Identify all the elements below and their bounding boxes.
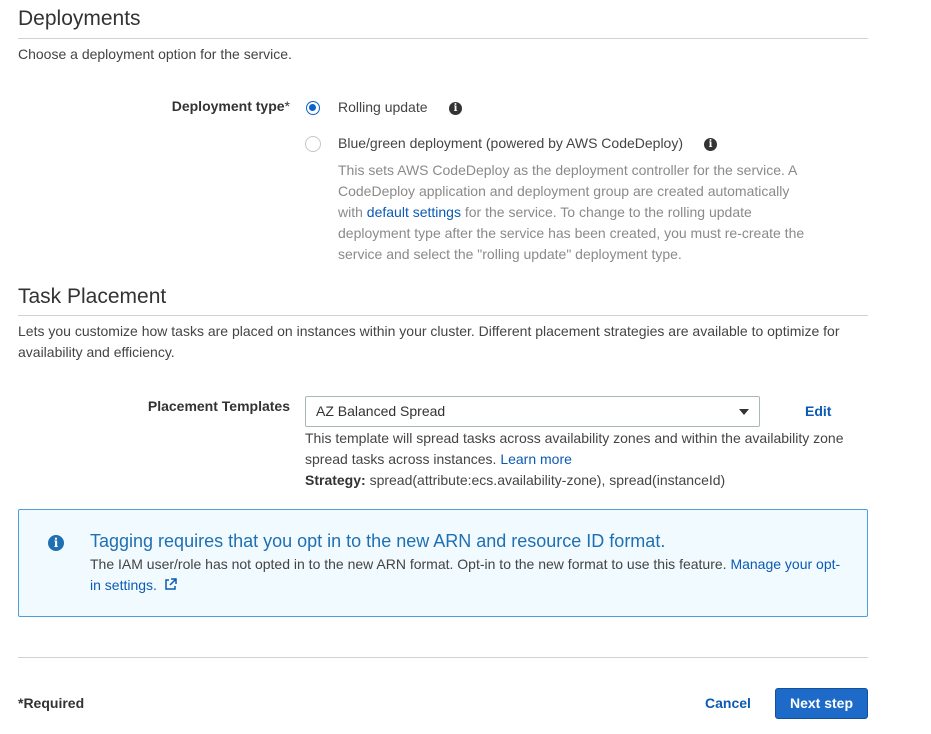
- required-mark: *: [284, 98, 290, 114]
- placement-template-select[interactable]: AZ Balanced Spread: [305, 396, 760, 427]
- strategy-label: Strategy:: [305, 472, 366, 488]
- tagging-alert: i Tagging requires that you opt in to th…: [18, 509, 868, 617]
- chevron-down-icon: [739, 409, 749, 415]
- cancel-button[interactable]: Cancel: [705, 695, 751, 711]
- footer-divider: [18, 657, 868, 658]
- deployments-divider: [18, 38, 868, 39]
- option-blue-green-label[interactable]: Blue/green deployment (powered by AWS Co…: [338, 135, 683, 151]
- option-rolling-update-label[interactable]: Rolling update: [338, 99, 428, 115]
- deployment-type-label-text: Deployment type: [171, 98, 285, 114]
- task-placement-heading: Task Placement: [18, 285, 167, 308]
- alert-body: The IAM user/role has not opted in to th…: [90, 554, 850, 596]
- info-icon: i: [48, 535, 64, 551]
- radio-rolling-update-control[interactable]: [306, 101, 320, 115]
- default-settings-link[interactable]: default settings: [367, 204, 461, 220]
- required-note: *Required: [18, 695, 85, 711]
- radio-blue-green[interactable]: [305, 136, 321, 152]
- external-link-icon: [165, 578, 177, 590]
- radio-blue-green-control[interactable]: [305, 136, 321, 152]
- template-help-body: This template will spread tasks across a…: [305, 430, 844, 467]
- edit-template-button[interactable]: Edit: [805, 403, 831, 419]
- radio-rolling-update[interactable]: [306, 101, 320, 115]
- strategy-value: spread(attribute:ecs.availability-zone),…: [365, 472, 726, 488]
- task-placement-divider: [18, 315, 868, 316]
- blue-green-help-text: This sets AWS CodeDeploy as the deployme…: [338, 160, 813, 265]
- deployments-description: Choose a deployment option for the servi…: [18, 46, 292, 62]
- task-placement-description: Lets you customize how tasks are placed …: [18, 323, 840, 360]
- deployments-heading: Deployments: [18, 7, 141, 30]
- alert-title: Tagging requires that you opt in to the …: [90, 531, 666, 551]
- strategy-line: Strategy: spread(attribute:ecs.availabil…: [305, 470, 725, 491]
- deployment-type-label: Deployment type*: [120, 98, 290, 114]
- info-icon[interactable]: i: [449, 102, 462, 115]
- placement-templates-label: Placement Templates: [147, 398, 290, 414]
- learn-more-link[interactable]: Learn more: [500, 451, 572, 467]
- info-icon[interactable]: i: [704, 138, 717, 151]
- next-step-button[interactable]: Next step: [775, 688, 868, 719]
- placement-template-value: AZ Balanced Spread: [316, 403, 446, 419]
- alert-body-text: The IAM user/role has not opted in to th…: [90, 556, 731, 572]
- template-help-text: This template will spread tasks across a…: [305, 428, 850, 470]
